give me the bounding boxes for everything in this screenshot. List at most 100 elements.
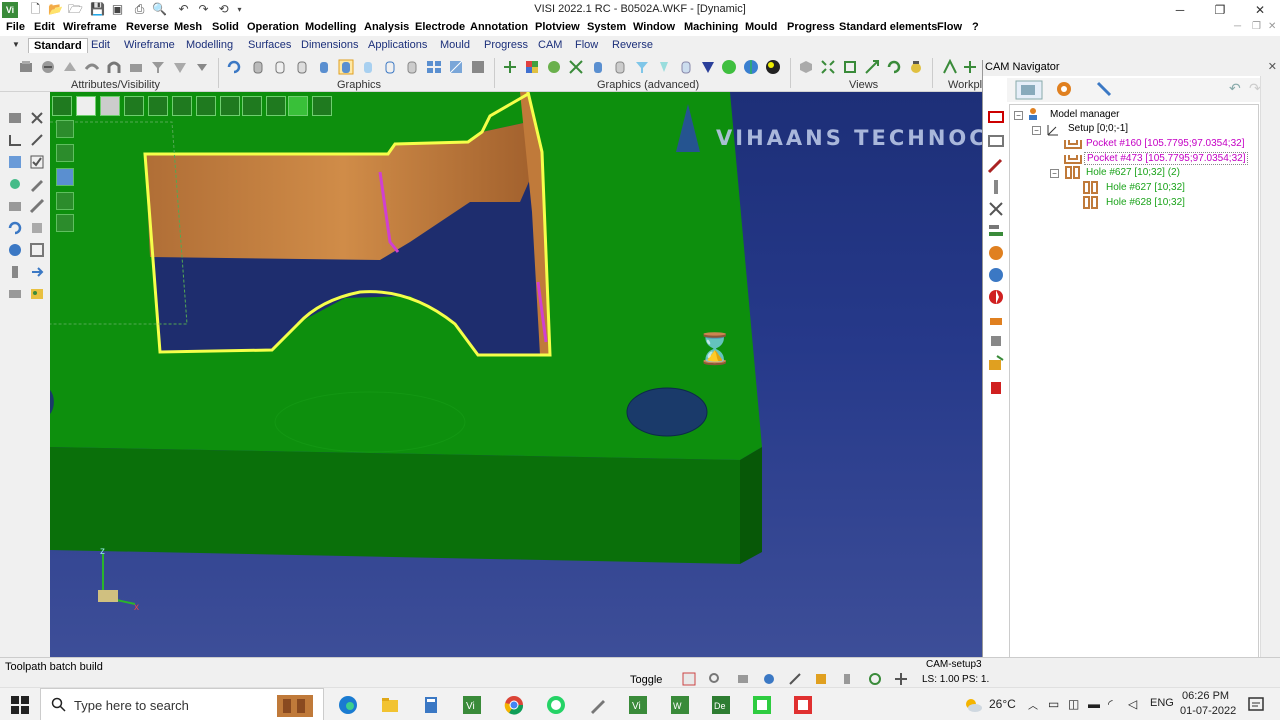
tree-collapse-icon[interactable]: − <box>1050 169 1059 178</box>
ruler-icon[interactable] <box>29 198 45 214</box>
light-icon[interactable] <box>656 59 672 75</box>
view-cube-left-icon[interactable] <box>196 96 216 116</box>
delete-icon[interactable] <box>987 378 1005 396</box>
tree-collapse-icon[interactable]: − <box>1032 126 1041 135</box>
menu-mould[interactable]: Mould <box>745 21 777 33</box>
view-cube-back-icon[interactable] <box>266 96 286 116</box>
view-cube-bottom-icon[interactable] <box>172 96 192 116</box>
view-tree-icon[interactable] <box>312 96 332 116</box>
file-explorer-icon[interactable] <box>380 695 400 715</box>
volume-icon[interactable]: ◁ <box>1128 697 1137 711</box>
cylinder-hidden-icon[interactable] <box>294 59 310 75</box>
view-cube-front-icon[interactable] <box>242 96 262 116</box>
chrome-icon[interactable] <box>504 695 524 715</box>
app-tool-icon[interactable] <box>588 695 608 715</box>
menu-plotview[interactable]: Plotview <box>535 21 580 33</box>
side-cylinder-icon[interactable] <box>56 214 74 232</box>
funnel-icon[interactable] <box>634 59 650 75</box>
menu-progress[interactable]: Progress <box>787 21 835 33</box>
tab-applications[interactable]: Applications <box>363 38 432 53</box>
hole-628[interactable] <box>626 387 708 437</box>
layers-icon[interactable] <box>7 286 23 302</box>
camtasia-green-icon[interactable] <box>752 695 772 715</box>
select-icon[interactable] <box>7 110 23 126</box>
toggle-button[interactable]: Toggle <box>630 674 662 686</box>
view-pan-icon[interactable] <box>864 59 880 75</box>
menu-flow[interactable]: Flow <box>937 21 962 33</box>
status-cylinder-icon[interactable] <box>840 672 854 686</box>
cylinder-shaded-icon[interactable] <box>250 59 266 75</box>
tree-setup[interactable]: Setup [0;0;-1] <box>1068 123 1128 134</box>
brush-icon[interactable] <box>172 59 188 75</box>
menu-annotation[interactable]: Annotation <box>470 21 528 33</box>
visi-workspace-icon[interactable]: W <box>670 695 690 715</box>
side-cylinder-selected-icon[interactable] <box>56 168 74 186</box>
axis-icon[interactable] <box>502 59 518 75</box>
scissors-icon[interactable] <box>29 110 45 126</box>
language-indicator[interactable]: ENG <box>1150 697 1174 709</box>
undo-nav-icon[interactable]: ↶ <box>1229 80 1241 97</box>
settings-gear-icon[interactable] <box>1055 80 1073 98</box>
design-app-icon[interactable]: De <box>711 695 731 715</box>
pipe-icon[interactable] <box>7 264 23 280</box>
panel-scrollbar[interactable] <box>1260 76 1280 660</box>
gear-icon[interactable] <box>987 244 1005 262</box>
tab-dimensions[interactable]: Dimensions <box>296 38 363 53</box>
3d-viewport[interactable]: z x VIHAANS TECHNOCRAFT ⌛ <box>50 92 982 657</box>
tab-cam[interactable]: CAM <box>533 38 567 53</box>
tab-surfaces[interactable]: Surfaces <box>243 38 296 53</box>
align-icon[interactable] <box>987 222 1005 240</box>
grid-icon[interactable] <box>7 154 23 170</box>
spindle-icon[interactable] <box>987 266 1005 284</box>
weather-icon[interactable] <box>963 695 983 715</box>
cube-icon[interactable] <box>29 220 45 236</box>
cylinder-selected-icon[interactable] <box>338 59 354 75</box>
filter-icon[interactable] <box>150 59 166 75</box>
menu-system[interactable]: System <box>587 21 626 33</box>
view-zoom-window-icon[interactable] <box>842 59 858 75</box>
ball-icon[interactable] <box>765 59 781 75</box>
compass-icon[interactable] <box>987 288 1005 306</box>
view-cube-right-icon[interactable] <box>220 96 240 116</box>
status-tools-icon[interactable] <box>788 672 802 686</box>
cut-icon[interactable] <box>987 200 1005 218</box>
tree-pocket-160[interactable]: Pocket #160 [105.7795;97.0354;32] <box>1086 138 1244 149</box>
plate-front-face[interactable] <box>50 447 740 564</box>
wifi-icon[interactable]: ◜ <box>1108 697 1113 711</box>
clock-date[interactable]: 01-07-2022 <box>1180 705 1236 717</box>
cylinder-grey2-icon[interactable] <box>612 59 628 75</box>
tabs-dropdown-icon[interactable]: ▼ <box>12 40 20 49</box>
cylinder-blue-icon[interactable] <box>316 59 332 75</box>
plate-right-face[interactable] <box>740 447 762 564</box>
cylinder-grey-icon[interactable] <box>404 59 420 75</box>
view-back-icon[interactable] <box>100 96 120 116</box>
menu-electrode[interactable]: Electrode <box>415 21 465 33</box>
side-cylinder-icon[interactable] <box>56 144 74 162</box>
status-cube-icon[interactable] <box>814 672 828 686</box>
tab-mould[interactable]: Mould <box>435 38 475 53</box>
menu-machining[interactable]: Machining <box>684 21 738 33</box>
power-icon[interactable] <box>987 310 1005 328</box>
box-icon[interactable] <box>7 198 23 214</box>
tab-wireframe[interactable]: Wireframe <box>119 38 180 53</box>
notifications-icon[interactable] <box>1246 695 1266 715</box>
arrow-icon[interactable] <box>29 264 45 280</box>
probe-icon[interactable] <box>987 178 1005 196</box>
export-icon[interactable] <box>987 354 1005 372</box>
whatsapp-icon[interactable] <box>546 695 566 715</box>
refresh-icon[interactable] <box>226 59 242 75</box>
multi-view-icon[interactable] <box>426 59 442 75</box>
arch-icon[interactable] <box>106 59 122 75</box>
green-sphere-icon[interactable] <box>721 59 737 75</box>
menu-wireframe[interactable]: Wireframe <box>63 21 117 33</box>
tray-chevron-icon[interactable]: ︿ <box>1028 697 1038 712</box>
tree-hole-628[interactable]: Hole #628 [10;32] <box>1106 197 1185 208</box>
cylinder-light2-icon[interactable] <box>678 59 694 75</box>
tree-model-manager[interactable]: Model manager <box>1050 109 1119 120</box>
calculator-icon[interactable] <box>421 695 441 715</box>
tree-collapse-icon[interactable]: − <box>1014 111 1023 120</box>
toolpath-red-icon[interactable] <box>987 108 1005 126</box>
close-icon[interactable]: ✕ <box>1268 60 1277 75</box>
mesh-icon[interactable] <box>568 59 584 75</box>
menu-analysis[interactable]: Analysis <box>364 21 409 33</box>
